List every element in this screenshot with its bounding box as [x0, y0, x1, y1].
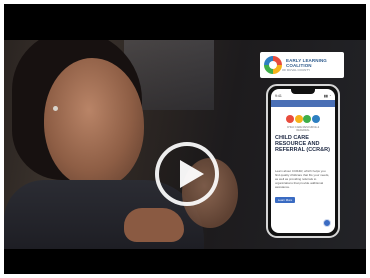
screen-title: CHILD CARE RESOURCE AND REFERRAL (CCR&R) [275, 135, 330, 154]
logo-subtitle: OF DUVAL COUNTY [282, 68, 311, 72]
elc-logo-mark-icon [264, 56, 282, 74]
learn-more-button[interactable]: Learn More [275, 197, 295, 203]
woman-hand [124, 208, 184, 242]
screen-body-text: Learn about CCR&R, which helps you find … [275, 169, 330, 189]
play-icon [180, 160, 204, 188]
play-button[interactable] [155, 142, 219, 206]
logo-name: EARLY LEARNING COALITION [286, 58, 327, 68]
ccrr-logo-dot [311, 115, 320, 123]
earring [53, 106, 58, 111]
ccrr-logo-dot [303, 115, 312, 123]
phone-mockup: 9:41 ▮▮ ◔ CHILD CARE RESOURCE & REFERRAL… [266, 84, 340, 238]
app-header-bar [271, 100, 335, 107]
accessibility-icon[interactable] [323, 219, 331, 227]
phone-screen: 9:41 ▮▮ ◔ CHILD CARE RESOURCE & REFERRAL… [271, 89, 335, 233]
elc-logo: EARLY LEARNING COALITION OF DUVAL COUNTY [260, 52, 344, 78]
ccrr-logo-dot [286, 115, 294, 123]
ccrr-logo [286, 115, 320, 125]
ccrr-tagline: CHILD CARE RESOURCE & REFERRAL [286, 126, 320, 132]
ccrr-logo-dot [294, 115, 303, 123]
woman-face [44, 58, 144, 188]
video-player[interactable]: EARLY LEARNING COALITION OF DUVAL COUNTY… [4, 4, 366, 274]
